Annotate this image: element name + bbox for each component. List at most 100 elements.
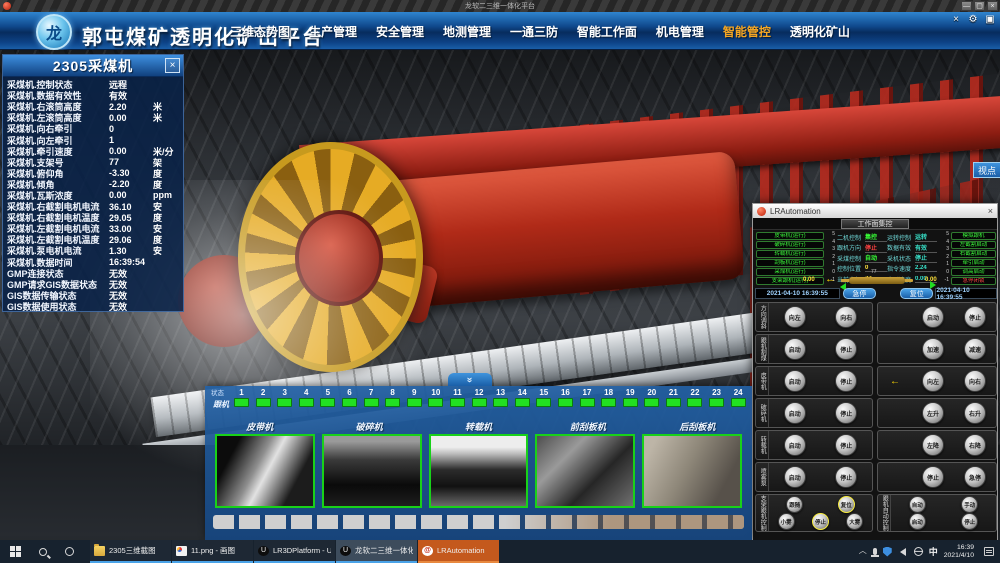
collapse-panel-button[interactable]: « [448, 373, 492, 386]
cortana-button[interactable] [56, 543, 82, 561]
control-button[interactable]: 复位 [838, 496, 855, 513]
support-status-cell[interactable] [558, 398, 573, 407]
control-button[interactable]: 左降 [922, 434, 944, 456]
control-button[interactable]: 向右 [835, 306, 857, 328]
shearer-glyph[interactable] [849, 277, 905, 284]
minimize-button[interactable]: — [961, 1, 972, 11]
nav-item[interactable]: 一通三防 [510, 23, 558, 40]
camera-feed[interactable] [535, 434, 635, 508]
maximize-button[interactable]: ▢ [974, 1, 985, 11]
toolbar-icon[interactable]: × [950, 14, 962, 25]
nav-item[interactable]: 安全管理 [376, 23, 424, 40]
control-button[interactable]: 启动 [784, 402, 806, 424]
toolbar-icon[interactable]: ⚙ [967, 14, 979, 25]
equipment-status-button[interactable]: 转载机(运行) [756, 250, 824, 258]
control-button[interactable]: 向右 [964, 370, 986, 392]
camera-feed[interactable] [429, 434, 529, 508]
equipment-status-button[interactable]: 刮板机(运行) [756, 259, 824, 267]
support-status-cell[interactable] [234, 398, 249, 407]
tab-workface-control[interactable]: 工作面集控 [841, 219, 909, 229]
support-status-cell[interactable] [256, 398, 271, 407]
control-button[interactable]: 停止 [835, 466, 857, 488]
control-button[interactable]: 左升 [922, 402, 944, 424]
ime-indicator[interactable]: 中 [929, 545, 938, 558]
control-button[interactable]: 小雾 [778, 513, 795, 530]
camera-feed[interactable] [215, 434, 315, 508]
support-status-cell[interactable] [450, 398, 465, 407]
support-status-cell[interactable] [731, 398, 746, 407]
control-button[interactable]: 启动 [909, 513, 926, 530]
support-status-cell[interactable] [407, 398, 422, 407]
support-status-cell[interactable] [299, 398, 314, 407]
security-shield-icon[interactable] [883, 547, 892, 557]
control-button[interactable]: 启动 [784, 338, 806, 360]
control-button[interactable]: 停止 [835, 402, 857, 424]
control-button[interactable]: 停止 [835, 434, 857, 456]
start-button[interactable] [0, 540, 30, 563]
control-button[interactable]: 启动 [784, 370, 806, 392]
support-status-cell[interactable] [493, 398, 508, 407]
control-button[interactable]: 急停 [964, 466, 986, 488]
toolbar-icon[interactable]: ▣ [984, 14, 996, 25]
nav-item[interactable]: 智能工作面 [577, 23, 637, 40]
support-status-cell[interactable] [580, 398, 595, 407]
control-button[interactable]: 停止 [835, 370, 857, 392]
equipment-status-button[interactable]: 皮带机(运行) [756, 232, 824, 240]
support-status-cell[interactable] [277, 398, 292, 407]
nav-item[interactable]: 机电管理 [656, 23, 704, 40]
control-button[interactable]: 停止 [922, 466, 944, 488]
control-button[interactable]: 向左 [922, 370, 944, 392]
support-status-cell[interactable] [623, 398, 638, 407]
control-button[interactable]: 启动 [784, 434, 806, 456]
control-button[interactable]: 右升 [964, 402, 986, 424]
taskbar-task[interactable]: 11.png - 画图 [172, 540, 253, 563]
support-status-cell[interactable] [515, 398, 530, 407]
control-button[interactable]: 启动 [922, 306, 944, 328]
support-status-cell[interactable] [601, 398, 616, 407]
control-button[interactable]: 手动 [961, 496, 978, 513]
close-icon[interactable]: × [165, 58, 180, 73]
microphone-icon[interactable] [873, 548, 877, 555]
speaker-icon[interactable] [896, 548, 906, 556]
control-button[interactable]: 启动 [784, 466, 806, 488]
control-button[interactable]: 自动 [909, 496, 926, 513]
equipment-status-button[interactable]: 破碎机(运行) [756, 241, 824, 249]
support-status-cell[interactable] [428, 398, 443, 407]
taskbar-task[interactable]: 龙软二三维一体化... [336, 540, 417, 563]
motor-status-button[interactable]: 牵引启动 [951, 259, 996, 267]
motor-status-button[interactable]: 右截割启动 [951, 250, 996, 258]
control-button[interactable]: 停止 [835, 338, 857, 360]
search-button[interactable] [30, 543, 56, 561]
motor-status-button[interactable]: 模拟跟机 [951, 232, 996, 240]
thumbnail-filmstrip[interactable] [213, 515, 744, 529]
nav-item[interactable]: 生产管理 [309, 23, 357, 40]
camera-feed[interactable] [642, 434, 742, 508]
support-status-cell[interactable] [320, 398, 335, 407]
support-status-cell[interactable] [472, 398, 487, 407]
network-icon[interactable] [914, 547, 923, 556]
control-button[interactable]: 加速 [922, 338, 944, 360]
nav-item[interactable]: 地测管理 [443, 23, 491, 40]
close-button[interactable]: × [987, 1, 998, 11]
notification-center-icon[interactable] [984, 547, 994, 556]
control-button[interactable]: 停止 [964, 306, 986, 328]
tray-expand-icon[interactable]: ︿ [859, 545, 867, 556]
taskbar-clock[interactable]: 16:39 2021/4/10 [944, 544, 974, 559]
control-button[interactable]: 停止 [961, 513, 978, 530]
lr-close-icon[interactable]: × [988, 206, 993, 216]
motor-status-button[interactable]: 左截割启动 [951, 241, 996, 249]
camera-feed[interactable] [322, 434, 422, 508]
support-status-cell[interactable] [687, 398, 702, 407]
taskbar-task[interactable]: LRAutomation [418, 540, 499, 563]
nav-item[interactable]: 智能管控 [723, 23, 771, 40]
nav-item[interactable]: 透明化矿山 [790, 23, 850, 40]
support-status-cell[interactable] [342, 398, 357, 407]
support-status-cell[interactable] [666, 398, 681, 407]
reset-button[interactable]: 复位 [900, 288, 933, 299]
support-status-cell[interactable] [536, 398, 551, 407]
viewpoint-tab[interactable]: 视点 [973, 162, 1000, 178]
control-button[interactable]: 跟随 [786, 496, 803, 513]
support-status-cell[interactable] [644, 398, 659, 407]
control-button[interactable]: 向左 [784, 306, 806, 328]
estop-button[interactable]: 急停 [843, 288, 876, 299]
